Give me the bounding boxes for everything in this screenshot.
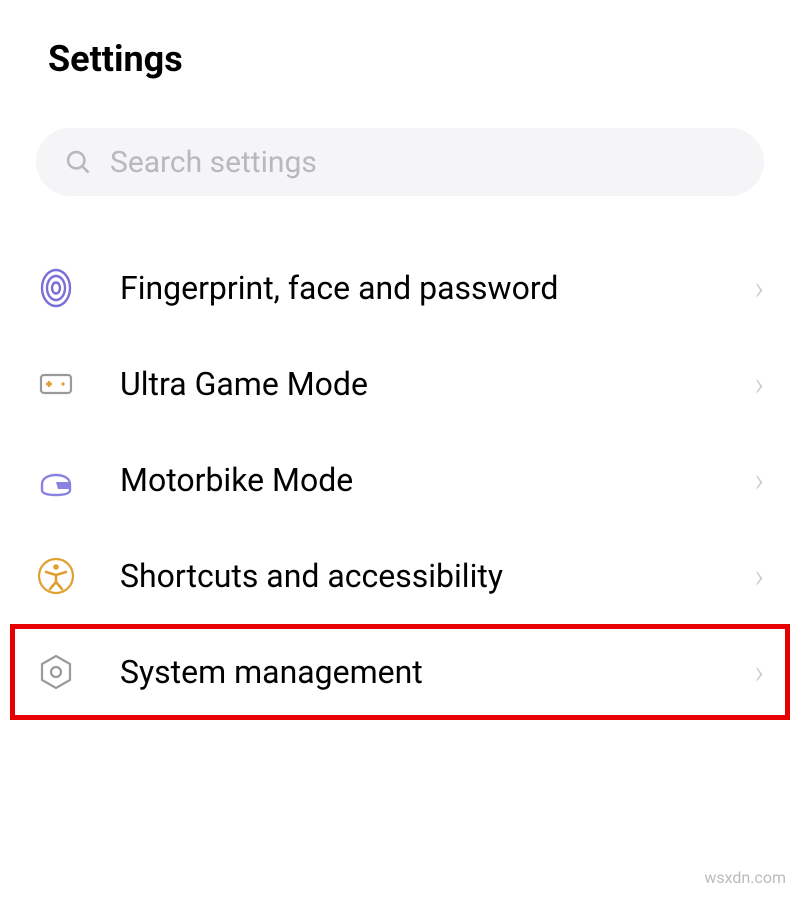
settings-menu-list: Fingerprint, face and password › Ultra G… [0,220,800,720]
chevron-right-icon: › [754,269,764,307]
menu-item-fingerprint[interactable]: Fingerprint, face and password › [0,240,800,336]
chevron-right-icon: › [754,653,764,691]
chevron-right-icon: › [754,557,764,595]
watermark: wsxdn.com [704,868,786,887]
menu-label: System management [120,653,754,691]
fingerprint-icon [36,268,76,308]
menu-label: Shortcuts and accessibility [120,557,754,595]
menu-label: Fingerprint, face and password [120,269,754,307]
accessibility-icon [36,556,76,596]
chevron-right-icon: › [754,461,764,499]
menu-item-accessibility[interactable]: Shortcuts and accessibility › [0,528,800,624]
menu-label: Motorbike Mode [120,461,754,499]
chevron-right-icon: › [754,365,764,403]
menu-item-motorbike-mode[interactable]: Motorbike Mode › [0,432,800,528]
search-input[interactable]: Search settings [36,128,764,196]
page-title: Settings [0,0,800,110]
game-icon [36,364,76,404]
search-placeholder: Search settings [110,145,317,180]
menu-item-game-mode[interactable]: Ultra Game Mode › [0,336,800,432]
menu-label: Ultra Game Mode [120,365,754,403]
system-icon [36,652,76,692]
helmet-icon [36,460,76,500]
search-icon [64,148,92,176]
menu-item-system-management[interactable]: System management › [10,624,790,720]
